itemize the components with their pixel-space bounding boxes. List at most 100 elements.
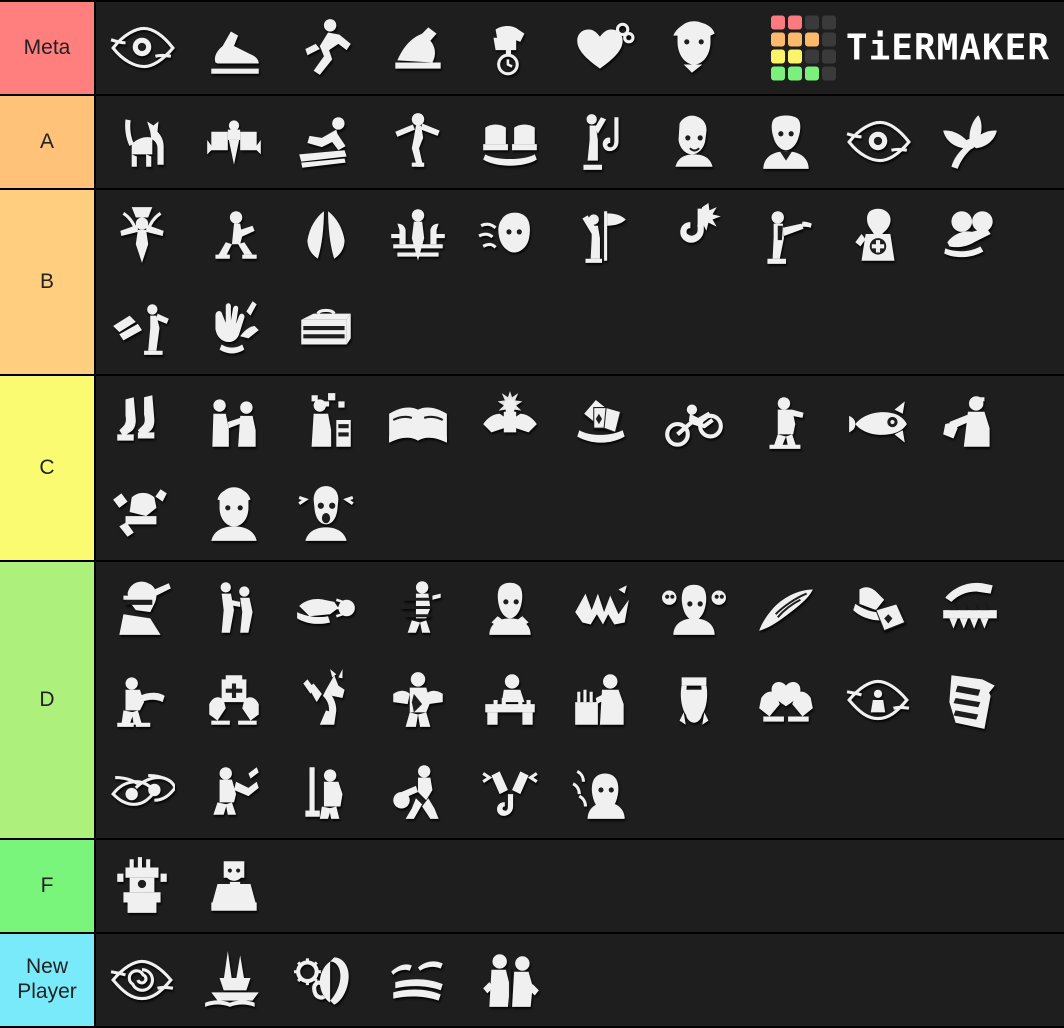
gloves-perk[interactable] [648,654,740,746]
firecrackers-perk[interactable] [464,746,556,838]
medkit-perk[interactable] [188,654,280,746]
lithe-perk[interactable] [188,2,280,94]
tag-team-perk[interactable] [188,562,280,654]
barricade-perk[interactable] [464,654,556,746]
shh-gear-perk[interactable] [280,934,372,1026]
man-reading-perk[interactable] [188,840,280,932]
toolbox-perk[interactable] [280,282,372,374]
tier-items-f[interactable] [96,840,1064,932]
for-the-people-perk[interactable] [832,190,924,282]
tier-items-b[interactable] [96,190,1064,374]
shocked-man-icon [298,486,354,541]
borrowed-time-perk[interactable] [648,2,740,94]
adrenaline-perk[interactable] [464,376,556,468]
man-with-bag-icon [943,396,990,447]
up-the-ante-perk[interactable] [556,376,648,468]
dead-hard-perk[interactable] [372,2,464,94]
tier-label-d[interactable]: D [0,562,96,838]
black-cat-perk[interactable] [96,96,188,188]
left-behind-perk[interactable] [832,562,924,654]
sprint-burst-perk[interactable] [280,2,372,94]
closed-eyes-perk[interactable] [372,934,464,1026]
torn-poster-perk[interactable] [924,654,1016,746]
technician-perk[interactable] [280,376,372,468]
nightmare-eyes-perk[interactable] [96,746,188,838]
stone-gauntlet-perk[interactable] [96,840,188,932]
torn-page-icon [949,675,995,729]
red-herring-perk[interactable] [832,376,924,468]
tier-items-c[interactable] [96,376,1064,560]
jeff-bag-perk[interactable] [924,376,1016,468]
running-bag-perk[interactable] [372,746,464,838]
bond-perk[interactable] [832,96,924,188]
bearded-man-icon [673,21,715,73]
tier-items-d[interactable] [96,562,1064,838]
prove-thyself-perk[interactable] [188,376,280,468]
scream-woman-perk[interactable] [464,562,556,654]
aura-eye-perk[interactable] [832,654,924,746]
boat-perk[interactable] [188,934,280,1026]
botany-knowledge-perk[interactable] [924,96,1016,188]
bear-trap-perk[interactable] [924,562,1016,654]
detectives-hunch-perk[interactable] [740,376,832,468]
shirtless-man-perk[interactable] [372,654,464,746]
workbench-perk[interactable] [556,654,648,746]
tier-label-f[interactable]: F [0,840,96,932]
premonition-perk[interactable] [280,468,372,560]
tier-items-new-player[interactable] [96,934,1064,1026]
lightweight-perk[interactable] [96,376,188,468]
hanging-gloves-icon [679,677,709,725]
tier-items-a[interactable] [96,96,1064,188]
plunderers-instinct-perk[interactable] [372,376,464,468]
throw-rock-perk[interactable] [280,562,372,654]
kneeling-survivor-perk[interactable] [188,746,280,838]
ace-in-the-hole-perk[interactable] [96,562,188,654]
pointing-man-perk[interactable] [740,190,832,282]
pipe-man-perk[interactable] [280,746,372,838]
head-on-perk[interactable] [96,282,188,374]
balanced-landing-perk[interactable] [280,96,372,188]
hope-flag-perk[interactable] [556,190,648,282]
mettle-of-man-perk[interactable] [740,96,832,188]
two-eyes-icon [111,773,175,806]
decisive-strike-perk[interactable] [556,96,648,188]
no-one-left-behind-perk[interactable] [96,654,188,746]
quick-quiet-perk[interactable] [740,562,832,654]
two-survivors-perk[interactable] [464,934,556,1026]
empathy-perk[interactable] [188,282,280,374]
diversion-perk[interactable] [96,468,188,560]
plant-leaf-icon [943,115,997,169]
open-handed-perk[interactable] [188,96,280,188]
rearing-horse-perk[interactable] [280,654,372,746]
dance-with-me-perk[interactable] [372,96,464,188]
leader-perk[interactable] [372,190,464,282]
blast-mine-perk[interactable] [372,562,464,654]
tier-label-meta[interactable]: Meta [0,2,96,94]
deja-vu-perk[interactable] [556,2,648,94]
object-of-obsession-perk[interactable] [96,2,188,94]
dancer-icon [395,113,440,167]
dwight-portrait-perk[interactable] [188,468,280,560]
self-care-perk[interactable] [924,190,1016,282]
tier-label-c[interactable]: C [0,376,96,560]
woman-fire-perk[interactable] [556,746,648,838]
kindred-perk[interactable] [648,96,740,188]
resilience-perk[interactable] [464,2,556,94]
spiral-eye-perk[interactable] [96,934,188,1026]
wings-perk[interactable] [280,190,372,282]
breakout-perk[interactable] [464,96,556,188]
calm-spirit-perk[interactable] [464,190,556,282]
graffiti-perk[interactable] [556,562,648,654]
hands-heart-perk[interactable] [740,654,832,746]
fixated-perk[interactable] [648,376,740,468]
tier-label-new-player[interactable]: New Player [0,934,96,1026]
saboteur-perk[interactable] [648,190,740,282]
man-barricade-icon [485,674,535,725]
tier-label-b[interactable]: B [0,190,96,374]
group-leader-icon [391,209,445,261]
tier-items-meta[interactable] [96,2,1064,94]
urban-evasion-perk[interactable] [188,190,280,282]
tier-label-a[interactable]: A [0,96,96,188]
skull-girl-perk[interactable] [648,562,740,654]
hex-ruin-counter-perk[interactable] [96,190,188,282]
